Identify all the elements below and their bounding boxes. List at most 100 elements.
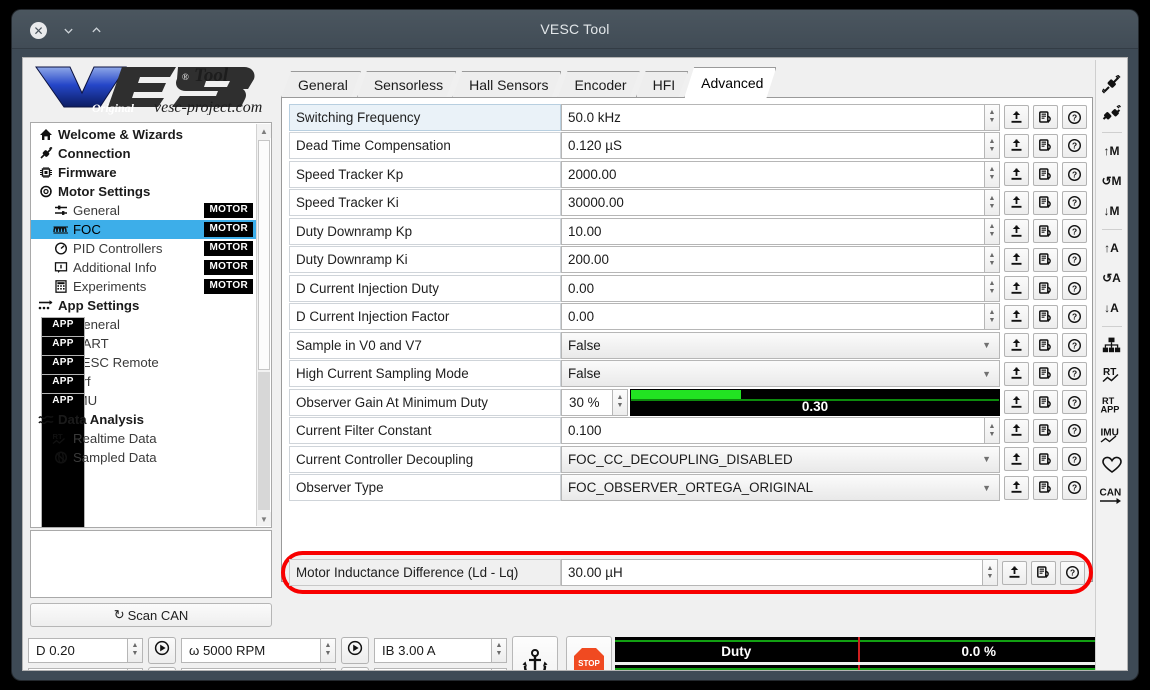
parameter-upload-icon[interactable]	[1004, 133, 1029, 158]
sidebar-item-imu[interactable]: IMU APP	[31, 391, 256, 527]
parameter-upload-icon[interactable]	[1004, 105, 1029, 130]
spin-down-icon[interactable]: ▼	[989, 117, 996, 125]
parameter-text-input[interactable]: 0.100	[561, 417, 985, 445]
parameter-upload-icon[interactable]	[1004, 390, 1029, 415]
spin-down-icon[interactable]: ▼	[987, 573, 994, 581]
spin-up-icon[interactable]: ▲	[496, 642, 503, 650]
command-spinner[interactable]: ▲▼	[321, 637, 336, 663]
spin-up-icon[interactable]: ▲	[325, 642, 332, 650]
parameter-help-icon[interactable]: ?	[1062, 247, 1087, 272]
command-input[interactable]: IB 3.00 A	[374, 637, 492, 663]
sidebar-item-experiments[interactable]: Experiments MOTOR	[31, 277, 256, 296]
command-spinner[interactable]: ▲▼	[128, 637, 143, 663]
highlighted-parameter-spinner[interactable]: ▲ ▼	[983, 559, 998, 586]
parameter-read-from-device-icon[interactable]	[1033, 447, 1058, 472]
heart-icon[interactable]	[1098, 450, 1126, 480]
parameter-upload-icon[interactable]	[1004, 304, 1029, 329]
sidebar-item-general[interactable]: General MOTOR	[31, 201, 256, 220]
parameter-read-from-device-icon[interactable]	[1033, 361, 1058, 386]
parameter-text-input[interactable]: 200.00	[561, 246, 985, 274]
scrollbar-thumb[interactable]	[258, 140, 270, 370]
parameter-upload-icon[interactable]	[1004, 361, 1029, 386]
sidebar-item-vesc-remote[interactable]: VESC Remote APP	[31, 353, 256, 527]
parameter-read-from-device-icon[interactable]	[1033, 333, 1058, 358]
sidebar-item-foc[interactable]: FOC MOTOR	[31, 220, 256, 239]
parameter-text-input[interactable]: 10.00	[561, 217, 985, 245]
spin-down-icon[interactable]: ▼	[989, 288, 996, 296]
highlighted-parameter-upload-icon[interactable]	[1002, 560, 1027, 585]
parameter-dropdown[interactable]: False ▼	[561, 331, 1000, 359]
parameter-spinner[interactable]: ▲ ▼	[985, 274, 1000, 302]
spin-up-icon[interactable]: ▲	[132, 642, 139, 650]
tab-general[interactable]: General	[281, 71, 361, 98]
realtime-app-icon[interactable]: RT APP	[1098, 390, 1126, 420]
parameter-read-from-device-icon[interactable]	[1033, 133, 1058, 158]
parameter-help-icon[interactable]: ?	[1062, 361, 1087, 386]
stop-button[interactable]: STOP	[566, 636, 612, 670]
scan-can-button[interactable]: ↻ Scan CAN	[30, 603, 272, 627]
disconnect-icon[interactable]	[1098, 99, 1126, 129]
spin-up-icon[interactable]: ▲	[989, 109, 996, 117]
parameter-spinner[interactable]: ▲ ▼	[985, 160, 1000, 188]
write-app-icon[interactable]: ↑A	[1098, 233, 1126, 263]
sidebar-item-uart[interactable]: UART APP	[31, 334, 256, 527]
connect-icon[interactable]	[1098, 69, 1126, 99]
sidebar-item-motor-settings[interactable]: Motor Settings	[31, 182, 256, 201]
parameter-spinner[interactable]: ▲ ▼	[985, 132, 1000, 160]
run-button[interactable]	[148, 636, 176, 664]
spin-down-icon[interactable]: ▼	[989, 260, 996, 268]
parameter-read-from-device-icon[interactable]	[1033, 276, 1058, 301]
scroll-up-icon[interactable]: ▲	[257, 124, 271, 138]
parameter-dropdown[interactable]: FOC_CC_DECOUPLING_DISABLED ▼	[561, 445, 1000, 473]
parameter-read-from-device-icon[interactable]	[1033, 219, 1058, 244]
parameter-read-from-device-icon[interactable]	[1033, 475, 1058, 500]
parameter-text-input[interactable]: 50.0 kHz	[561, 103, 985, 131]
highlighted-parameter-help-icon[interactable]: ?	[1060, 560, 1085, 585]
parameter-spinner[interactable]: ▲ ▼	[985, 217, 1000, 245]
command-input[interactable]: D 0.20	[28, 637, 128, 663]
parameter-upload-icon[interactable]	[1004, 447, 1029, 472]
spin-down-icon[interactable]: ▼	[989, 231, 996, 239]
parameter-number-input[interactable]: 30 %	[561, 388, 613, 416]
read-motor-default-icon[interactable]: ↓M	[1098, 196, 1126, 226]
sidebar-item-nrf[interactable]: NrfAPP	[31, 372, 256, 527]
spin-up-icon[interactable]: ▲	[617, 394, 624, 402]
sidebar-item-firmware[interactable]: Firmware	[31, 163, 256, 182]
read-motor-icon[interactable]: ↺M	[1098, 166, 1126, 196]
parameter-help-icon[interactable]: ?	[1062, 390, 1087, 415]
sidebar-item-connection[interactable]: Connection	[31, 144, 256, 163]
sidebar-item-sampled-data[interactable]: Sampled Data	[31, 448, 256, 467]
run-button[interactable]	[148, 666, 176, 670]
parameter-read-from-device-icon[interactable]	[1033, 105, 1058, 130]
parameter-read-from-device-icon[interactable]	[1033, 390, 1058, 415]
parameter-help-icon[interactable]: ?	[1062, 475, 1087, 500]
highlighted-parameter-input[interactable]: 30.00 µH	[561, 559, 983, 586]
anchor-button[interactable]	[512, 636, 558, 670]
tab-sensorless[interactable]: Sensorless	[357, 71, 456, 98]
parameter-upload-icon[interactable]	[1004, 219, 1029, 244]
parameter-text-input[interactable]: 0.00	[561, 303, 985, 331]
spin-up-icon[interactable]: ▲	[989, 166, 996, 174]
tab-hfi[interactable]: HFI	[636, 71, 689, 98]
spin-down-icon[interactable]: ▼	[989, 431, 996, 439]
sidebar-item-realtime-data[interactable]: RT Realtime Data	[31, 429, 256, 448]
parameter-spinner[interactable]: ▲ ▼	[613, 388, 628, 416]
parameter-text-input[interactable]: 0.120 µS	[561, 132, 985, 160]
parameter-spinner[interactable]: ▲ ▼	[985, 303, 1000, 331]
spin-up-icon[interactable]: ▲	[989, 138, 996, 146]
parameter-help-icon[interactable]: ?	[1062, 190, 1087, 215]
spin-up-icon[interactable]: ▲	[989, 252, 996, 260]
parameter-help-icon[interactable]: ?	[1062, 447, 1087, 472]
tree-scrollbar[interactable]: ▲ ▼	[256, 124, 271, 526]
realtime-icon[interactable]: RT	[1098, 360, 1126, 390]
parameter-upload-icon[interactable]	[1004, 475, 1029, 500]
parameter-upload-icon[interactable]	[1004, 162, 1029, 187]
spin-up-icon[interactable]: ▲	[989, 195, 996, 203]
spin-down-icon[interactable]: ▼	[617, 402, 624, 410]
spin-down-icon[interactable]: ▼	[325, 650, 332, 658]
scrollbar-track[interactable]	[258, 372, 270, 510]
parameter-progress-slider[interactable]: 0.30	[630, 388, 1000, 416]
parameter-help-icon[interactable]: ?	[1062, 418, 1087, 443]
parameter-text-input[interactable]: 2000.00	[561, 160, 985, 188]
sidebar-item-data-analysis[interactable]: Data Analysis	[31, 410, 256, 429]
